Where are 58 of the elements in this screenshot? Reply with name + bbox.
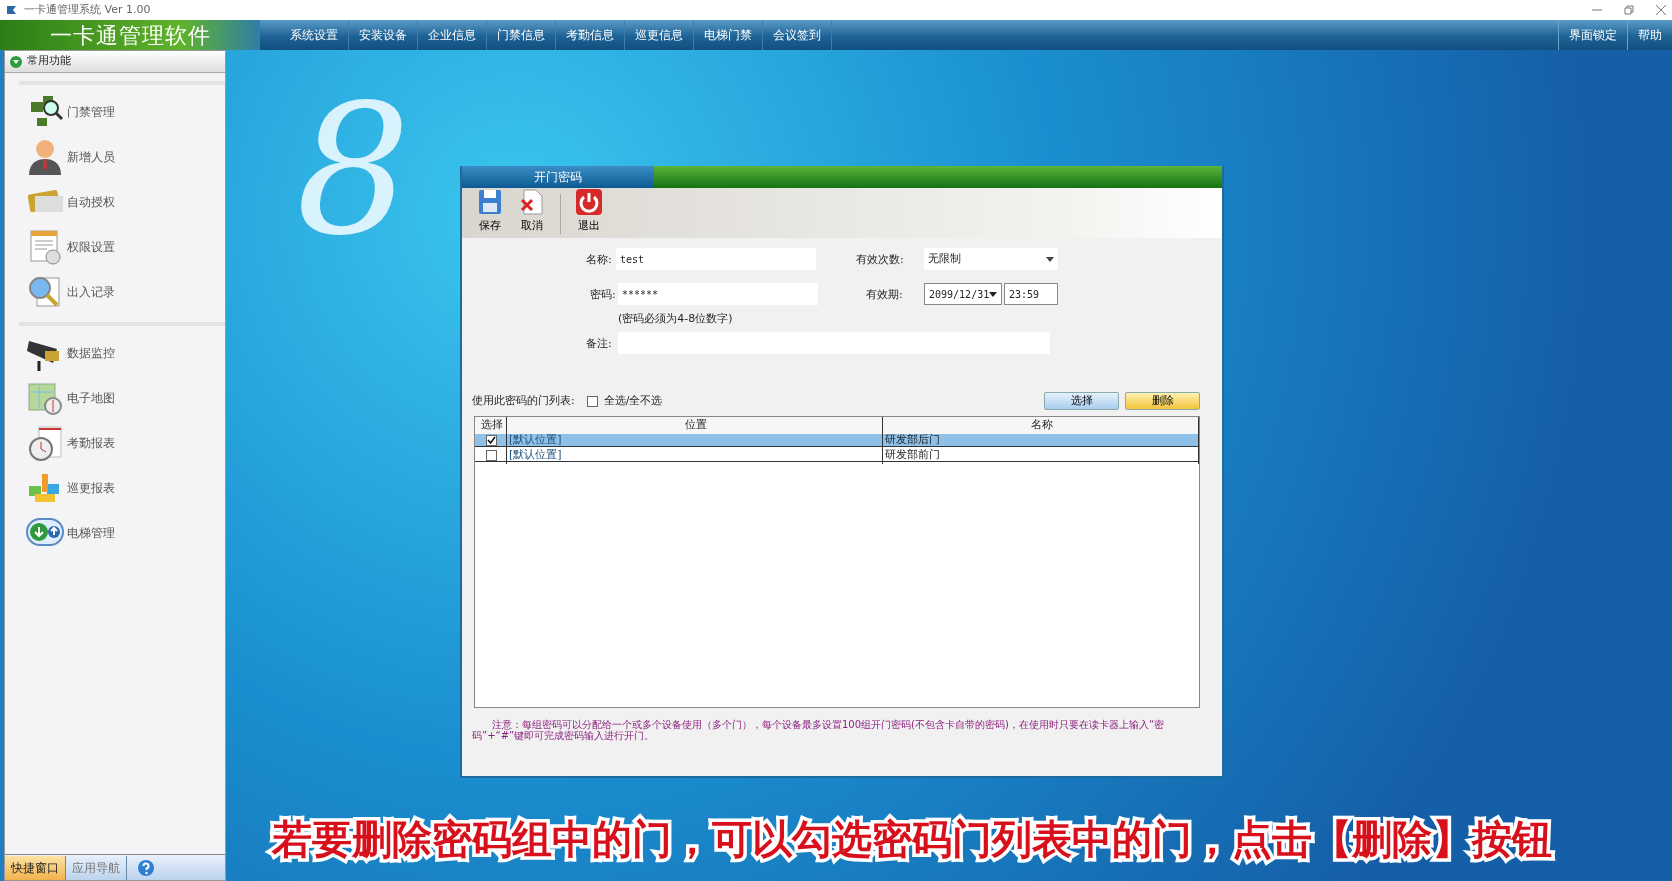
sidebar-item[interactable]: 出入记录 [19, 269, 115, 314]
field-label: 密码: [590, 287, 616, 303]
logo-mark: 8 [296, 80, 411, 260]
toolbar-button[interactable]: 退出 [575, 187, 603, 234]
time-spinner[interactable]: 23:59 [1004, 283, 1058, 305]
cancel-icon [518, 187, 546, 216]
sidebar-item[interactable]: 新增人员 [19, 134, 115, 179]
toolbar-button[interactable]: 保存 [476, 187, 504, 234]
bottom-tab[interactable]: 应用导航 [66, 855, 127, 880]
notice-text: 注意：每组密码可以分配给一个或多个设备使用（多个门），每个设备最多设置100组开门密码(不包含卡自带的密码)，在使用时只要在读卡器上输入“密码”+“#”键即可完成密码输入进行开门。 [471, 718, 1166, 741]
date-picker[interactable]: 2099/12/31 [924, 283, 1002, 305]
field-label: 备注: [586, 336, 612, 352]
delete-button[interactable]: 删除 [1125, 392, 1200, 410]
close-icon[interactable] [1656, 5, 1666, 15]
dialog-title: 开门密码 [462, 166, 654, 188]
field-label: 有效期: [866, 287, 903, 303]
save-icon [476, 187, 504, 216]
row-checkbox[interactable] [486, 434, 497, 446]
sidebar-item[interactable]: 巡更报表 [19, 465, 115, 510]
table-cell-text: 研发部前门 [885, 447, 940, 463]
column-header: 名称 [883, 417, 1199, 434]
collapse-icon[interactable] [9, 54, 23, 69]
select-button[interactable]: 选择 [1044, 392, 1119, 410]
count-dropdown[interactable]: 无限制 [924, 248, 1058, 270]
caret-icon [989, 291, 997, 297]
sidebar-item[interactable]: 权限设置 [19, 224, 115, 269]
row-checkbox[interactable] [486, 449, 497, 461]
sidebar-item[interactable]: 自动授权 [19, 179, 115, 224]
sidebar-item[interactable]: 门禁管理 [19, 89, 115, 134]
power-icon [575, 187, 603, 216]
table-cell-text: [默认位置] [509, 447, 562, 463]
column-header: 位置 [507, 417, 883, 434]
select-all-checkbox[interactable] [586, 395, 598, 407]
field-label: 有效次数: [856, 252, 904, 268]
restore-icon[interactable] [1624, 5, 1634, 15]
hint-text: (密码必须为4-8位数字) [618, 311, 733, 327]
checkbox-label: 全选/全不选 [603, 392, 663, 409]
sidebar-item[interactable]: 电梯管理 [19, 510, 115, 555]
table-cell-text: 研发部后门 [885, 432, 940, 448]
sidebar-item[interactable]: 电子地图 [19, 375, 115, 420]
subtitle-caption: 若要删除密码组中的门，可以勾选密码门列表中的门，点击【删除】按钮 [272, 815, 1552, 864]
sidebar-item[interactable]: 考勤报表 [19, 420, 115, 465]
table-cell-text: [默认位置] [509, 432, 562, 448]
app-title: 一卡通管理软件 [0, 20, 260, 50]
sidebar-item[interactable]: 数据监控 [19, 330, 115, 375]
field-label: 名称: [586, 252, 612, 268]
window-title: 一卡通管理系统 Ver 1.00 [24, 1, 151, 18]
name-field[interactable]: test [616, 248, 816, 270]
bottom-tab[interactable]: 快捷窗口 [5, 855, 66, 880]
column-header: 选择 [475, 417, 507, 434]
app-icon [6, 5, 18, 15]
sidebar-header: 常用功能 [27, 53, 71, 70]
toolbar-button[interactable]: 取消 [518, 187, 546, 234]
password-field[interactable]: ****** [618, 283, 818, 305]
door-list-label: 使用此密码的门列表: [472, 392, 575, 409]
help-icon[interactable] [137, 858, 155, 877]
caret-icon [1046, 256, 1054, 262]
table-row[interactable]: [默认位置] 研发部前门 [475, 447, 1199, 462]
